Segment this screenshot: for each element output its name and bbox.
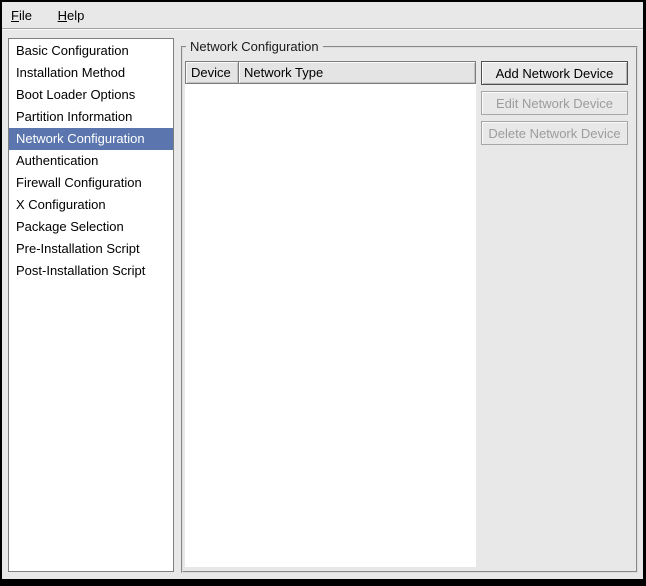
sidebar-category-list[interactable]: Basic ConfigurationInstallation MethodBo… (8, 38, 174, 572)
menu-help[interactable]: Help (51, 2, 92, 29)
sidebar-item-pre-installation-script[interactable]: Pre-Installation Script (9, 238, 173, 260)
menu-file[interactable]: File (4, 2, 39, 29)
frame-label: Network Configuration (186, 39, 323, 54)
sidebar-item-x-configuration[interactable]: X Configuration (9, 194, 173, 216)
sidebar-item-post-installation-script[interactable]: Post-Installation Script (9, 260, 173, 282)
column-header-device[interactable]: Device (185, 61, 239, 84)
sidebar-item-package-selection[interactable]: Package Selection (9, 216, 173, 238)
add-network-device-button[interactable]: Add Network Device (481, 61, 628, 85)
sidebar-item-boot-loader-options[interactable]: Boot Loader Options (9, 84, 173, 106)
sidebar-item-installation-method[interactable]: Installation Method (9, 62, 173, 84)
window-client-area: File Help Basic ConfigurationInstallatio… (2, 2, 643, 579)
app-window: File Help Basic ConfigurationInstallatio… (0, 0, 646, 586)
network-device-table: Device Network Type (185, 61, 476, 567)
sidebar-item-basic-configuration[interactable]: Basic Configuration (9, 40, 173, 62)
sidebar-item-authentication[interactable]: Authentication (9, 150, 173, 172)
column-header-network-type[interactable]: Network Type (238, 61, 476, 84)
menubar: File Help (2, 2, 643, 29)
sidebar-item-network-configuration[interactable]: Network Configuration (9, 128, 173, 150)
delete-network-device-button[interactable]: Delete Network Device (481, 121, 628, 145)
table-body-empty[interactable] (185, 84, 476, 567)
edit-network-device-button[interactable]: Edit Network Device (481, 91, 628, 115)
table-header-row: Device Network Type (185, 61, 476, 84)
sidebar-item-firewall-configuration[interactable]: Firewall Configuration (9, 172, 173, 194)
sidebar-item-partition-information[interactable]: Partition Information (9, 106, 173, 128)
